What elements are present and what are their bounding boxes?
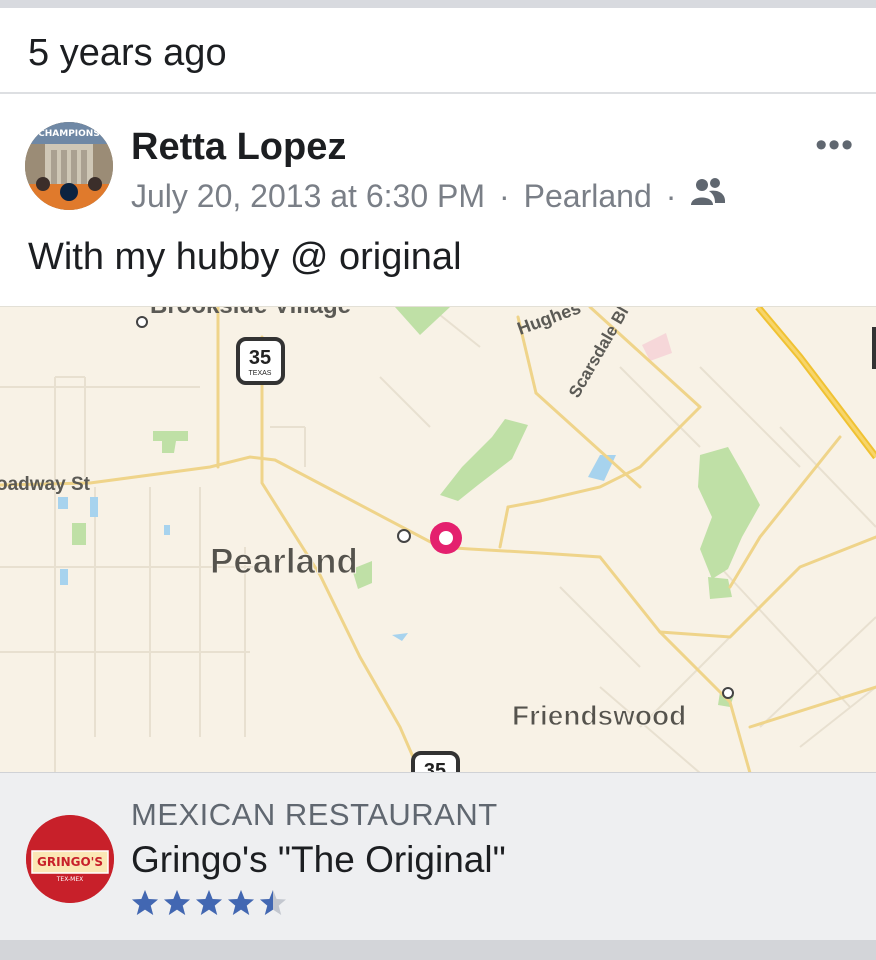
- star-icon: [260, 890, 286, 915]
- svg-text:35: 35: [249, 347, 271, 369]
- place-name[interactable]: Gringo's "The Original": [131, 839, 506, 881]
- map-label-hughes: Hughes: [515, 307, 584, 339]
- place-category: MEXICAN RESTAURANT: [131, 797, 498, 832]
- svg-text:GRINGO'S: GRINGO'S: [37, 855, 103, 869]
- post-date[interactable]: July 20, 2013 at 6:30 PM: [131, 178, 485, 215]
- svg-text:CHAMPIONS: CHAMPIONS: [38, 129, 100, 139]
- highway-shield: 35 TEXAS: [236, 337, 285, 385]
- place-card[interactable]: GRINGO'S TEX-MEX MEXICAN RESTAURANT Grin…: [0, 772, 876, 941]
- memory-title: 5 years ago: [28, 32, 227, 74]
- post-location[interactable]: Pearland: [524, 178, 652, 215]
- top-divider: [0, 0, 876, 8]
- author-name[interactable]: Retta Lopez: [131, 126, 346, 169]
- author-avatar[interactable]: CHAMPIONS: [25, 122, 113, 210]
- memory-header: 5 years ago: [0, 8, 876, 94]
- friends-icon[interactable]: [690, 177, 726, 215]
- restaurant-logo-icon: GRINGO'S TEX-MEX: [26, 815, 114, 903]
- meta-separator: ·: [665, 177, 677, 214]
- profile-photo-icon: CHAMPIONS: [25, 122, 113, 210]
- post-header: CHAMPIONS Retta Lopez ••• July 20, 2013 …: [0, 96, 876, 306]
- svg-text:TEXAS: TEXAS: [249, 370, 272, 377]
- star-icon: [228, 890, 254, 915]
- meta-separator: ·: [499, 177, 510, 214]
- star-icon: [132, 890, 158, 915]
- bottom-divider: [0, 940, 876, 960]
- post-text: With my hubby @ original: [28, 236, 462, 278]
- post-meta: July 20, 2013 at 6:30 PM · Pearland ·: [131, 176, 726, 216]
- map-label-friendswood: Friendswood: [512, 700, 686, 731]
- location-map[interactable]: 35 TEXAS 35 Brookside Village Hughes Sca…: [0, 306, 876, 773]
- map-label-pearland: Pearland: [210, 542, 358, 581]
- more-options-icon[interactable]: •••: [815, 128, 854, 162]
- map-label-scarsdale: Scarsdale Bl: [565, 307, 632, 401]
- map-label-broadway: oadway St: [0, 474, 91, 495]
- highway-shield-bottom: 35: [411, 751, 460, 773]
- svg-text:TEX-MEX: TEX-MEX: [56, 876, 84, 883]
- map-canvas: 35 TEXAS 35 Brookside Village Hughes Sca…: [0, 307, 876, 773]
- star-icon: [164, 890, 190, 915]
- map-label-brookside: Brookside Village: [150, 307, 351, 319]
- star-icon: [196, 890, 222, 915]
- star-rating: [131, 889, 287, 917]
